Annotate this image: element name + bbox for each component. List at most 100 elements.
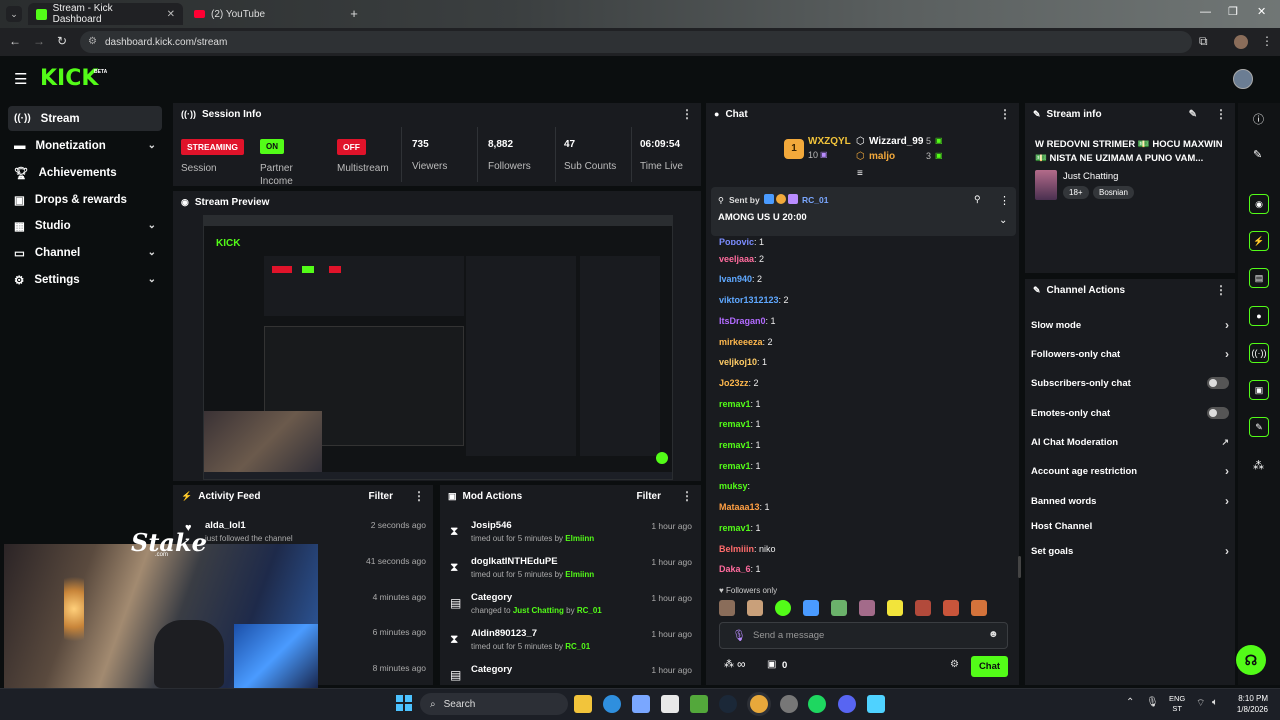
chrome-icon[interactable] [750, 695, 768, 713]
emote-icon[interactable] [831, 600, 847, 616]
activity-user[interactable]: alda_lol1 [205, 520, 246, 531]
kebab-menu-icon[interactable]: ⋮ [1215, 283, 1227, 297]
wifi-icon[interactable]: ⌔ [1196, 697, 1205, 710]
chevron-down-icon[interactable]: ⌄ [999, 215, 1007, 226]
minimize-icon[interactable]: — [1200, 6, 1211, 18]
sidebar-item-achievements[interactable]: 🏆︎ Achievements [8, 160, 162, 185]
category-name[interactable]: Just Chatting [1063, 171, 1118, 182]
rail-stream-info-button[interactable]: ▣ [1249, 380, 1269, 400]
minecraft-icon[interactable] [690, 695, 708, 713]
chat-message[interactable]: Mataaa13: 1 [719, 502, 770, 512]
chat-username[interactable]: remav1 [719, 399, 751, 409]
emote-icon[interactable] [971, 600, 987, 616]
maximize-icon[interactable]: ❐ [1228, 5, 1238, 18]
kebab-menu-icon[interactable]: ⋮ [1215, 107, 1227, 121]
rail-session-button[interactable]: ((·)) [1249, 343, 1269, 363]
chat-username[interactable]: Ivan940 [719, 274, 752, 284]
tab-list-button[interactable]: ⌄ [6, 6, 22, 22]
ai-moderation-row[interactable]: AI Chat Moderation ↗ [1031, 432, 1229, 452]
top-gifter-1-name[interactable]: WXZQYL [808, 136, 851, 147]
collapse-icon[interactable]: ≡ [857, 168, 863, 179]
emote-icon[interactable] [859, 600, 875, 616]
banned-words-row[interactable]: Banned words › [1031, 491, 1229, 511]
emote-icon[interactable] [943, 600, 959, 616]
kebab-menu-icon[interactable]: ⋮ [999, 194, 1010, 207]
unpin-icon[interactable]: ⚲ [974, 194, 981, 205]
moderator-name[interactable]: RC_01 [577, 606, 602, 615]
multistream-off-badge[interactable]: OFF [337, 139, 366, 155]
help-support-button[interactable]: ☊ [1236, 645, 1266, 675]
chat-username[interactable]: Belmiiin [719, 544, 754, 554]
sidebar-item-settings[interactable]: ⚙ Settings ⌄ [8, 267, 162, 292]
pinned-message[interactable]: ⚲ Sent by RC_01 AMONG US U 20:00 ⚲ ⋮ ⌄ [711, 187, 1016, 236]
mod-filter-button[interactable]: Filter [637, 491, 661, 502]
rail-chat-button[interactable]: ● [1249, 306, 1269, 326]
chat-username[interactable]: remav1 [719, 523, 751, 533]
microphone-icon[interactable]: 🎙︎ [732, 629, 746, 642]
chat-message[interactable]: remav1: 1 [719, 461, 761, 471]
pinned-author[interactable]: RC_01 [802, 195, 828, 205]
top-gifter-3-name[interactable]: maljo [869, 151, 895, 162]
chat-username[interactable]: mirkeeeza [719, 337, 763, 347]
discord-icon[interactable] [838, 695, 856, 713]
gift-icon[interactable]: ▣ [767, 659, 776, 670]
followers-only-row[interactable]: Followers-only chat › [1031, 344, 1229, 364]
emote-icon[interactable] [747, 600, 763, 616]
chat-message[interactable]: ItsDragan0: 1 [719, 316, 776, 326]
mod-action-row[interactable]: ▤ Category 1 hour ago [446, 662, 696, 686]
more-widgets-icon[interactable]: ⁂ [1253, 459, 1264, 472]
sidebar-item-channel[interactable]: ▭ Channel ⌄ [8, 240, 162, 265]
spotify-icon[interactable] [808, 695, 826, 713]
moderator-name[interactable]: Elmiinn [565, 534, 594, 543]
user-avatar[interactable] [1233, 69, 1253, 89]
emote-icon[interactable] [719, 600, 735, 616]
mod-action-row[interactable]: ⧗ Josip546 timed out for 5 minutes by El… [446, 518, 696, 552]
account-age-row[interactable]: Account age restriction › [1031, 461, 1229, 481]
kebab-menu-icon[interactable]: ⋮ [413, 489, 425, 503]
slow-mode-row[interactable]: Slow mode › [1031, 315, 1229, 335]
chat-username[interactable]: Popovic [719, 237, 754, 245]
windows-start-icon[interactable] [396, 695, 412, 711]
chat-message[interactable]: remav1: 1 [719, 523, 761, 533]
moderator-name[interactable]: Elmiinn [565, 570, 594, 579]
back-icon[interactable]: ← [9, 34, 21, 48]
forward-icon[interactable]: → [33, 34, 45, 48]
chat-username[interactable]: viktor1312123 [719, 295, 779, 305]
mod-action-row[interactable]: ⧗ doglkatINTHEduPE timed out for 5 minut… [446, 554, 696, 588]
chat-message[interactable]: remav1: 1 [719, 440, 761, 450]
chat-input[interactable]: 🎙︎ Send a message ☻ [719, 622, 1008, 649]
app-icon[interactable] [780, 695, 798, 713]
emoji-icon[interactable]: ☻ [988, 629, 999, 640]
app-icon[interactable] [661, 695, 679, 713]
kebab-menu-icon[interactable]: ⋮ [999, 107, 1011, 121]
tab-youtube[interactable]: (2) YouTube [186, 3, 341, 25]
edge-icon[interactable] [603, 695, 621, 713]
set-goals-row[interactable]: Set goals › [1031, 541, 1229, 561]
steam-icon[interactable] [719, 695, 737, 713]
chat-message[interactable]: Jo23zz: 2 [719, 378, 759, 388]
subscribers-only-toggle[interactable] [1207, 377, 1229, 389]
chat-message[interactable]: veeljaaa: 2 [719, 254, 764, 264]
mod-action-row[interactable]: ⧗ Aldin890123_7 timed out for 5 minutes … [446, 626, 696, 660]
notepad-icon[interactable] [867, 695, 885, 713]
kebab-menu-icon[interactable]: ⋮ [681, 489, 693, 503]
language-indicator[interactable]: ENG ST [1169, 694, 1185, 714]
chat-scrollbar[interactable] [1018, 556, 1021, 578]
chat-username[interactable]: Daka_6 [719, 564, 751, 574]
chat-message[interactable]: Daka_6: 1 [719, 564, 761, 574]
kebab-menu-icon[interactable]: ⋮ [681, 107, 693, 121]
emote-icon[interactable] [915, 600, 931, 616]
mod-action-row[interactable]: ▤ Category changed to Just Chatting by R… [446, 590, 696, 624]
chat-username[interactable]: muksy [719, 481, 748, 491]
rail-mod-button[interactable]: ▤ [1249, 268, 1269, 288]
edit-icon[interactable]: ✎ [1189, 109, 1197, 120]
people-icon[interactable]: ⁂ [724, 659, 734, 670]
sidebar-item-stream[interactable]: ((·)) Stream [8, 106, 162, 131]
tray-chevron-icon[interactable]: ⌃ [1126, 697, 1134, 708]
activity-filter-button[interactable]: Filter [369, 491, 393, 502]
hamburger-menu-icon[interactable]: ☰ [14, 70, 27, 88]
tag-chip[interactable]: 18+ [1063, 186, 1089, 199]
chat-username[interactable]: veeljaaa [719, 254, 754, 264]
sidebar-item-drops[interactable]: ▣ Drops & rewards [8, 187, 162, 212]
clock[interactable]: 8:10 PM 1/8/2026 [1232, 693, 1268, 715]
